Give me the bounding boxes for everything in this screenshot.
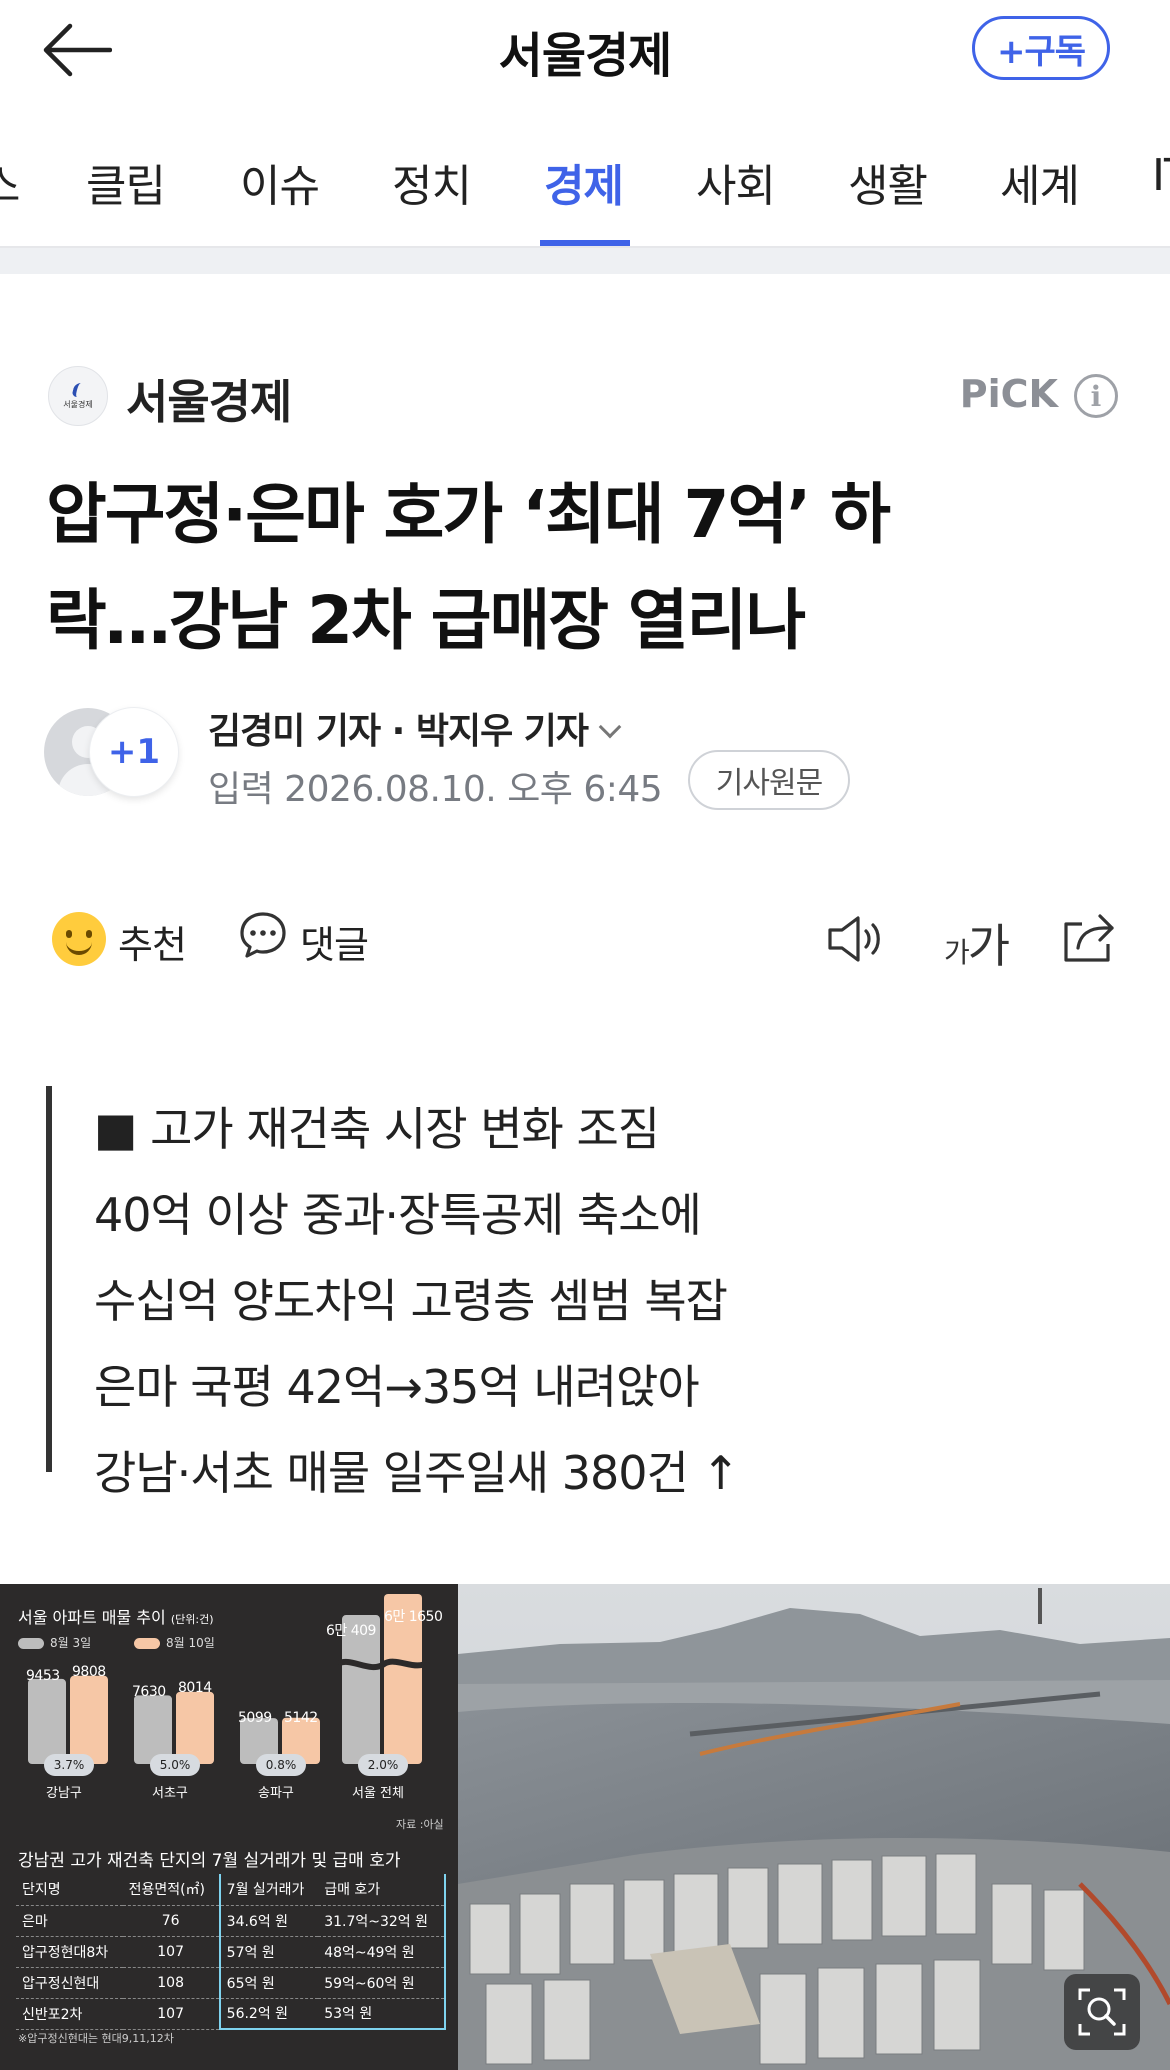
tab-society[interactable]: 사회 bbox=[696, 150, 776, 214]
font-size-button[interactable]: 가가 bbox=[944, 910, 1010, 976]
speaker-icon[interactable] bbox=[826, 912, 884, 966]
comment-button[interactable]: 댓글 bbox=[300, 914, 369, 969]
press-logo[interactable]: 서울경제 bbox=[48, 366, 108, 426]
change-badge: 5.0% bbox=[150, 1754, 200, 1776]
reporter-names-text: 김경미 기자 · 박지우 기자 bbox=[208, 711, 589, 752]
table-header-row: 단지명 전용면적(㎡) 7월 실거래가 급매 호가 bbox=[16, 1874, 446, 1906]
table-row: 압구정현대8차 107 57억 원 48억~49억 원 bbox=[16, 1936, 446, 1968]
comment-icon[interactable] bbox=[238, 910, 288, 960]
change-badge: 0.8% bbox=[256, 1754, 306, 1776]
headline-line-2: 락…강남 2차 급매장 열리나 bbox=[46, 582, 806, 659]
article-summary: ■ 고가 재건축 시장 변화 조짐 40억 이상 중과·장특공제 축소에 수십억… bbox=[46, 1086, 946, 1500]
top-bar: 서울경제 +구독 bbox=[0, 0, 1170, 100]
table-cell: 53억 원 bbox=[318, 1998, 446, 2030]
section-divider bbox=[0, 248, 1170, 274]
reporter-avatars[interactable]: +1 bbox=[44, 708, 184, 798]
summary-line: 수십억 양도차익 고령층 셈범 복잡 bbox=[94, 1274, 728, 1328]
table-cell: 107 bbox=[122, 1936, 220, 1968]
headline-line-1: 압구정·은마 호가 ‘최대 7억’ 하 bbox=[46, 476, 891, 553]
magnifier-icon bbox=[1078, 1988, 1126, 2036]
table-cell: 65억 원 bbox=[218, 1967, 319, 1999]
press-name[interactable]: 서울경제 bbox=[126, 366, 292, 432]
recommend-button[interactable]: 추천 bbox=[118, 914, 187, 969]
summary-line: ■ 고가 재건축 시장 변화 조짐 bbox=[94, 1102, 660, 1156]
tab-politics[interactable]: 정치 bbox=[392, 150, 472, 214]
table-cell: 압구정신현대 bbox=[16, 1967, 123, 1999]
change-badge: 3.7% bbox=[44, 1754, 94, 1776]
tab-issue[interactable]: 이슈 bbox=[240, 150, 320, 214]
table-header-cell: 7월 실거래가 bbox=[218, 1874, 319, 1906]
table-cell: 57억 원 bbox=[218, 1936, 319, 1968]
table-cell: 107 bbox=[122, 1998, 220, 2030]
value-label: 5142 bbox=[284, 1710, 318, 1726]
summary-line: 강남·서초 매물 일주일새 380건 ↑ bbox=[94, 1446, 740, 1500]
tab-clip[interactable]: 클립 bbox=[86, 150, 166, 214]
tab-economy[interactable]: 경제 bbox=[544, 150, 624, 214]
summary-line: 은마 국평 42억→35억 내려앉아 bbox=[94, 1360, 700, 1414]
table-cell: 56.2억 원 bbox=[218, 1998, 319, 2030]
press-logo-mark bbox=[71, 382, 85, 397]
info-icon[interactable]: i bbox=[1074, 374, 1118, 418]
category-label: 서초구 bbox=[152, 1786, 188, 1801]
change-badge: 2.0% bbox=[358, 1754, 408, 1776]
table-header-cell: 전용면적(㎡) bbox=[122, 1874, 220, 1906]
font-size-large-glyph: 가 bbox=[967, 919, 1010, 973]
table-row: 은마 76 34.6억 원 31.7억~32억 원 bbox=[16, 1905, 446, 1937]
action-bar: 추천 댓글 가가 bbox=[0, 900, 1170, 980]
chart-source: 자료 :아실 bbox=[396, 1818, 444, 1831]
table-cell: 76 bbox=[122, 1905, 220, 1937]
price-table: 단지명 전용면적(㎡) 7월 실거래가 급매 호가 은마 76 34.6억 원 … bbox=[16, 1874, 446, 2030]
table-cell: 신반포2차 bbox=[16, 1998, 123, 2030]
category-label: 송파구 bbox=[258, 1786, 294, 1801]
smile-icon[interactable] bbox=[52, 912, 106, 966]
value-label: 9453 bbox=[26, 1668, 60, 1684]
table-cell: 59억~60억 원 bbox=[318, 1967, 446, 1999]
table-cell: 은마 bbox=[16, 1905, 123, 1937]
bar-강남구-8월 10일 bbox=[70, 1675, 108, 1764]
value-label: 6만 409 bbox=[326, 1623, 376, 1639]
reporter-names[interactable]: 김경미 기자 · 박지우 기자 bbox=[208, 702, 622, 754]
tab-it[interactable]: IT bbox=[1152, 150, 1170, 201]
tab-world[interactable]: 세계 bbox=[1000, 150, 1080, 214]
tab-partial[interactable]: 스 bbox=[0, 150, 20, 214]
original-article-button[interactable]: 기사원문 bbox=[688, 750, 850, 810]
chevron-down-icon bbox=[598, 715, 622, 739]
table-row: 신반포2차 107 56.2억 원 53억 원 bbox=[16, 1998, 446, 2030]
press-logo-text: 서울경제 bbox=[63, 399, 93, 409]
table-header-cell: 급매 호가 bbox=[318, 1874, 446, 1906]
share-icon[interactable] bbox=[1060, 910, 1118, 966]
bar-강남구-8월 3일 bbox=[28, 1678, 66, 1764]
category-label: 서울 전체 bbox=[352, 1786, 404, 1801]
pick-badge: PiCK bbox=[959, 372, 1058, 416]
table-cell: 압구정현대8차 bbox=[16, 1936, 123, 1968]
value-label: 8014 bbox=[178, 1680, 212, 1696]
summary-line: 40억 이상 중과·장특공제 축소에 bbox=[94, 1188, 702, 1242]
value-label: 6만 1650 bbox=[384, 1609, 443, 1625]
article-photo[interactable]: 서울 아파트 매물 추이 (단위:건) 8월 3일 8월 10일 9453 98… bbox=[0, 1584, 1170, 2070]
table-row: 압구정신현대 108 65억 원 59억~60억 원 bbox=[16, 1967, 446, 1999]
category-label: 강남구 bbox=[46, 1786, 82, 1801]
headline: 압구정·은마 호가 ‘최대 7억’ 하 락…강남 2차 급매장 열리나 bbox=[46, 462, 1116, 674]
table-header-cell: 단지명 bbox=[16, 1874, 123, 1906]
table-cell: 34.6억 원 bbox=[218, 1905, 319, 1937]
active-tab-indicator bbox=[540, 240, 630, 246]
published-date: 입력 2026.08.10. 오후 6:45 bbox=[208, 769, 663, 810]
infographic: 서울 아파트 매물 추이 (단위:건) 8월 3일 8월 10일 9453 98… bbox=[0, 1584, 458, 2070]
category-tabs: 스 클립 이슈 정치 경제 사회 생활 세계 IT bbox=[0, 110, 1170, 248]
font-size-small-glyph: 가 bbox=[944, 936, 970, 969]
subscribe-button[interactable]: +구독 bbox=[972, 16, 1110, 80]
table-footnote: ※압구정신현대는 현대9,11,12차 bbox=[18, 2032, 174, 2045]
table-cell: 48억~49억 원 bbox=[318, 1936, 446, 1968]
table-cell: 108 bbox=[122, 1967, 220, 1999]
table-cell: 31.7억~32억 원 bbox=[318, 1905, 446, 1937]
value-label: 5099 bbox=[238, 1710, 272, 1726]
value-label: 9808 bbox=[72, 1664, 106, 1680]
table-title: 강남권 고가 재건축 단지의 7월 실거래가 및 급매 호가 bbox=[18, 1851, 401, 1871]
zoom-image-button[interactable] bbox=[1064, 1974, 1140, 2050]
extra-reporters-badge: +1 bbox=[90, 708, 178, 796]
value-label: 7630 bbox=[132, 1684, 166, 1700]
tab-life[interactable]: 생활 bbox=[848, 150, 928, 214]
